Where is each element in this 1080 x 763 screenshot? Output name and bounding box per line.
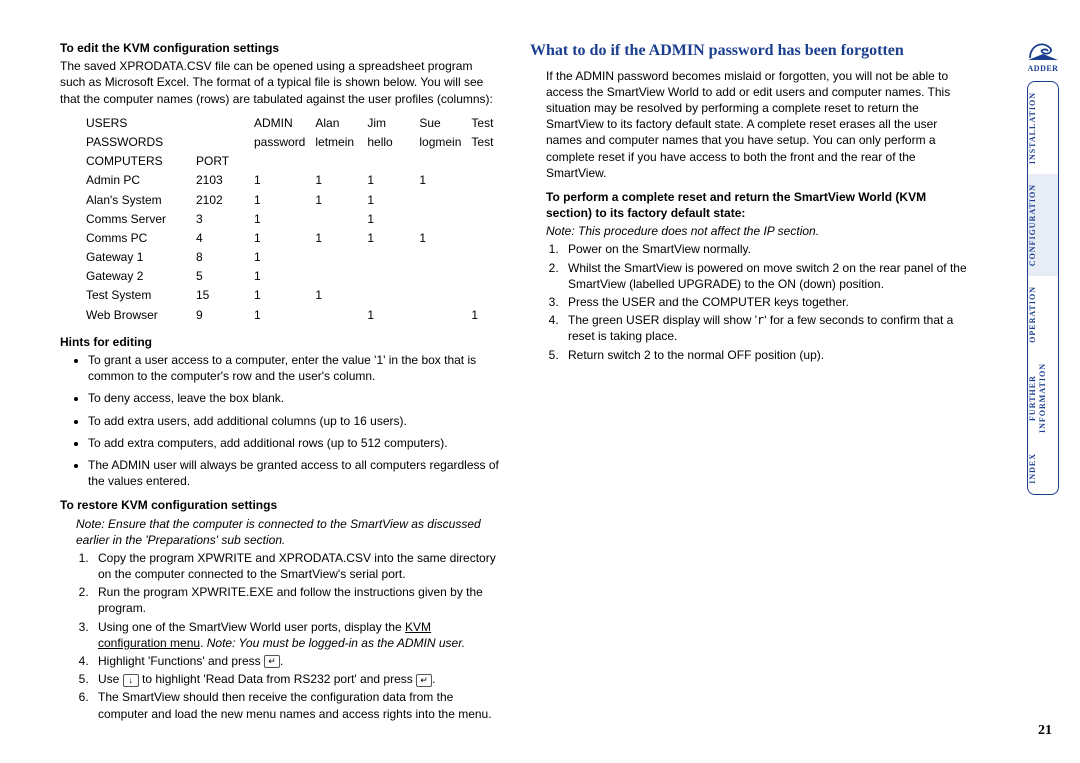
list-item: To add extra computers, add additional r…: [88, 435, 500, 451]
table-row: COMPUTERSPORT: [86, 153, 521, 170]
list-item: Whilst the SmartView is powered on move …: [562, 260, 970, 292]
enter-key-icon: ↵: [264, 655, 280, 668]
table-row: USERSADMINAlanJimSueTest: [86, 115, 521, 132]
nav-further-information[interactable]: FURTHERINFORMATION: [1028, 353, 1058, 443]
section-title-admin-password: What to do if the ADMIN password has bee…: [530, 40, 970, 62]
list-item: Press the USER and the COMPUTER keys tog…: [562, 294, 970, 310]
table-row: Alan's System2102111: [86, 192, 521, 209]
left-column: To edit the KVM configuration settings T…: [60, 40, 500, 732]
list-item: Using one of the SmartView World user po…: [92, 619, 500, 651]
brand-text: ADDER: [1026, 64, 1060, 73]
table-row: Web Browser9111: [86, 307, 521, 324]
table-row: Test System1511: [86, 287, 521, 304]
list-item: Highlight 'Functions' and press ↵.: [92, 653, 500, 669]
table-row: PASSWORDSpasswordletmeinhellologmeinTest: [86, 134, 521, 151]
list-item: To add extra users, add additional colum…: [88, 413, 500, 429]
table-row: Gateway 181: [86, 249, 521, 266]
table-row: Gateway 251: [86, 268, 521, 285]
restore-steps: Copy the program XPWRITE and XPRODATA.CS…: [92, 550, 500, 722]
nav-operation[interactable]: OPERATION: [1028, 276, 1058, 353]
list-item: The SmartView should then receive the co…: [92, 689, 500, 721]
hints-list: To grant a user access to a computer, en…: [88, 352, 500, 489]
para-admin-forgotten: If the ADMIN password becomes mislaid or…: [546, 68, 970, 181]
table-row: Comms PC41111: [86, 230, 521, 247]
list-item: The green USER display will show 'r' for…: [562, 312, 970, 344]
list-item: Use ↓ to highlight 'Read Data from RS232…: [92, 671, 500, 687]
heading-restore: To restore KVM configuration settings: [60, 497, 500, 513]
nav-configuration[interactable]: CONFIGURATION: [1028, 174, 1058, 276]
right-column: What to do if the ADMIN password has bee…: [530, 40, 970, 732]
brand-logo: ADDER: [1026, 36, 1060, 73]
list-item: The ADMIN user will always be granted ac…: [88, 457, 500, 489]
down-key-icon: ↓: [123, 674, 139, 687]
page-number: 21: [1038, 723, 1052, 739]
side-nav: INSTALLATION CONFIGURATION OPERATION FUR…: [1027, 81, 1059, 495]
reset-note: Note: This procedure does not affect the…: [546, 223, 970, 239]
table-row: Admin PC21031111: [86, 172, 521, 189]
nav-index[interactable]: INDEX: [1028, 443, 1058, 494]
list-item: Return switch 2 to the normal OFF positi…: [562, 347, 970, 363]
reset-steps: Power on the SmartView normally. Whilst …: [562, 241, 970, 362]
kvm-user-table: USERSADMINAlanJimSueTest PASSWORDSpasswo…: [84, 113, 523, 326]
list-item: Power on the SmartView normally.: [562, 241, 970, 257]
nav-installation[interactable]: INSTALLATION: [1028, 82, 1058, 174]
sidebar: ADDER INSTALLATION CONFIGURATION OPERATI…: [1026, 36, 1060, 495]
list-item: Copy the program XPWRITE and XPRODATA.CS…: [92, 550, 500, 582]
snake-logo-icon: [1026, 36, 1060, 62]
list-item: To grant a user access to a computer, en…: [88, 352, 500, 384]
enter-key-icon: ↵: [416, 674, 432, 687]
list-item: To deny access, leave the box blank.: [88, 390, 500, 406]
restore-note: Note: Ensure that the computer is connec…: [76, 516, 500, 548]
heading-hints: Hints for editing: [60, 334, 500, 350]
para-edit-intro: The saved XPRODATA.CSV file can be opene…: [60, 58, 500, 107]
list-item: Run the program XPWRITE.EXE and follow t…: [92, 584, 500, 616]
table-row: Comms Server311: [86, 211, 521, 228]
heading-reset: To perform a complete reset and return t…: [546, 189, 970, 221]
heading-edit-kvm: To edit the KVM configuration settings: [60, 40, 500, 56]
page-content: To edit the KVM configuration settings T…: [0, 0, 1080, 752]
